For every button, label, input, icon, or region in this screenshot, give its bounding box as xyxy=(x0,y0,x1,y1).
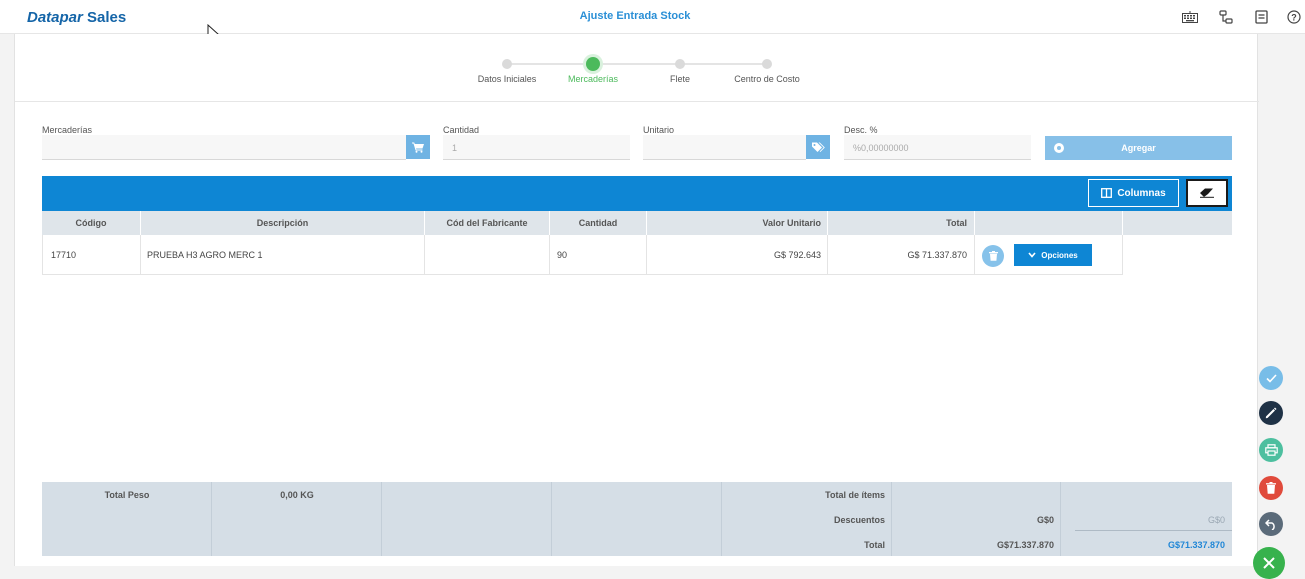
agregar-button[interactable]: Agregar xyxy=(1045,136,1232,160)
table-header: Código Descripción Cód del Fabricante Ca… xyxy=(42,211,1232,235)
cell-cod-fabricante xyxy=(425,235,550,275)
col-valor-unitario[interactable]: Valor Unitario xyxy=(647,211,828,235)
page-title: Ajuste Entrada Stock xyxy=(579,10,691,22)
col-total[interactable]: Total xyxy=(828,211,975,235)
help-icon[interactable]: ? xyxy=(1285,8,1303,26)
unitario-label: Unitario xyxy=(643,125,675,135)
undo-icon xyxy=(1265,518,1275,530)
delete-row-button[interactable] xyxy=(982,245,1004,267)
desc-input[interactable]: %0,00000000 xyxy=(844,135,1031,160)
confirm-button[interactable] xyxy=(1259,366,1283,390)
cell-codigo: 17710 xyxy=(42,235,141,275)
step-dot xyxy=(502,59,512,69)
total-peso-value: 0,00 KG xyxy=(280,490,314,500)
cantidad-label: Cantidad xyxy=(443,125,480,135)
cell-descripcion: PRUEBA H3 AGRO MERC 1 xyxy=(141,235,425,275)
print-icon xyxy=(1264,444,1278,456)
footer-col xyxy=(552,482,722,556)
main-panel: Datos Iniciales Mercaderías Flete Centro… xyxy=(14,34,1259,566)
close-button[interactable] xyxy=(1253,547,1285,579)
step-label: Mercaderías xyxy=(567,74,619,84)
cell-total: G$ 71.337.870 xyxy=(828,235,975,275)
pencil-icon xyxy=(1265,407,1277,419)
trash-icon xyxy=(1266,482,1276,494)
total-items-label: Total de ítems xyxy=(825,490,885,500)
trash-icon xyxy=(988,251,998,261)
col-cantidad[interactable]: Cantidad xyxy=(550,211,647,235)
chevron-down-icon xyxy=(1028,252,1036,258)
step-label: Centro de Costo xyxy=(734,74,800,84)
total-peso-label: Total Peso xyxy=(104,490,150,500)
col-cod-fabricante[interactable]: Cód del Fabricante xyxy=(425,211,550,235)
mercaderias-input[interactable] xyxy=(42,135,406,160)
check-icon xyxy=(1265,373,1277,383)
cantidad-input[interactable]: 1 xyxy=(443,135,630,160)
columnas-button[interactable]: Columnas xyxy=(1088,179,1179,207)
sitemap-icon[interactable] xyxy=(1217,8,1235,26)
desc-label: Desc. % xyxy=(844,125,878,135)
footer-divider xyxy=(1075,530,1232,531)
total-value: G$71.337.870 xyxy=(996,540,1054,550)
col-actions xyxy=(975,211,1123,235)
col-descripcion[interactable]: Descripción xyxy=(141,211,425,235)
edit-button[interactable] xyxy=(1259,401,1283,425)
svg-text:?: ? xyxy=(1291,13,1297,23)
wizard-progress-line xyxy=(506,63,770,65)
delete-button[interactable] xyxy=(1259,476,1283,500)
step-dot xyxy=(675,59,685,69)
cell-cantidad: 90 xyxy=(550,235,647,275)
cell-valor-unitario: G$ 792.643 xyxy=(647,235,828,275)
step-label: Flete xyxy=(669,74,690,84)
close-icon xyxy=(1263,557,1275,569)
footer-col xyxy=(382,482,552,556)
unitario-input[interactable] xyxy=(643,135,806,160)
total-extra: G$71.337.870 xyxy=(1167,540,1225,550)
total-label: Total xyxy=(864,540,885,550)
notes-icon[interactable] xyxy=(1252,8,1270,26)
columns-icon xyxy=(1101,188,1113,198)
step-dot xyxy=(586,57,600,71)
col-codigo[interactable]: Código xyxy=(42,211,141,235)
totals-footer: Total Peso 0,00 KG Total de ítems Descue… xyxy=(42,482,1232,556)
tags-icon[interactable] xyxy=(806,135,830,159)
descuentos-label: Descuentos xyxy=(833,515,885,525)
print-button[interactable] xyxy=(1259,438,1283,462)
keyboard-icon[interactable] xyxy=(1181,8,1199,26)
mercaderias-label: Mercaderías xyxy=(42,125,93,135)
descuentos-extra: G$0 xyxy=(1207,515,1225,525)
top-bar: Datapar Sales Ajuste Entrada Stock ? xyxy=(0,0,1305,34)
grid-toolbar: Columnas xyxy=(42,176,1232,211)
wizard-steps: Datos Iniciales Mercaderías Flete Centro… xyxy=(15,34,1259,102)
eraser-icon xyxy=(1200,188,1214,198)
table-row[interactable]: 17710 PRUEBA H3 AGRO MERC 1 90 G$ 792.64… xyxy=(42,235,1123,275)
cart-icon[interactable] xyxy=(406,135,430,159)
add-circle-icon xyxy=(1054,143,1064,153)
eraser-button[interactable] xyxy=(1186,179,1228,207)
step-dot xyxy=(762,59,772,69)
step-label: Datos Iniciales xyxy=(477,74,537,84)
opciones-button[interactable]: Opciones xyxy=(1014,244,1092,266)
back-button[interactable] xyxy=(1259,512,1283,536)
descuentos-value: G$0 xyxy=(1036,515,1054,525)
